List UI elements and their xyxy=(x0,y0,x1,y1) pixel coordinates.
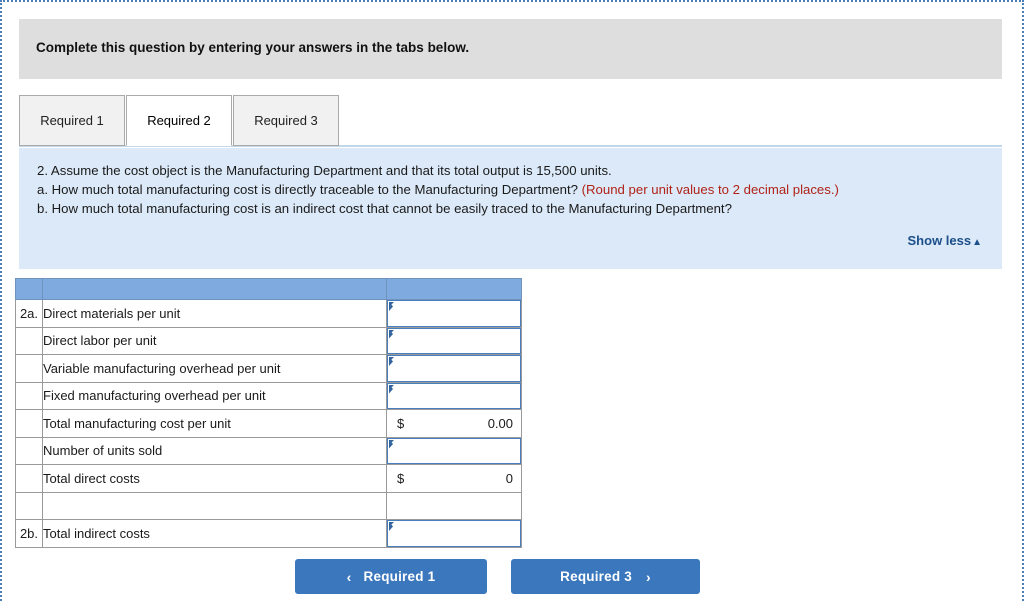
tab-required-2[interactable]: Required 2 xyxy=(126,95,232,146)
table-row: 2a. Direct materials per unit xyxy=(15,299,522,328)
row-label-number-of-units-sold: Number of units sold xyxy=(42,436,387,465)
input-variable-manufacturing-overhead-per-unit[interactable] xyxy=(387,355,521,382)
input-fixed-manufacturing-overhead-per-unit[interactable] xyxy=(387,382,521,409)
tab-strip: Required 1 Required 2 Required 3 xyxy=(19,95,1002,147)
row-ref-blank-1 xyxy=(15,326,43,355)
table-row: Fixed manufacturing overhead per unit xyxy=(15,381,522,410)
currency-symbol: $ xyxy=(397,470,405,486)
input-total-indirect-costs[interactable] xyxy=(387,520,521,547)
amount-total-manufacturing-cost-per-unit: 0.00 xyxy=(487,415,513,431)
money-cell: $ 0.00 xyxy=(387,410,521,437)
row-label-direct-labor-per-unit: Direct labor per unit xyxy=(42,326,387,355)
question-line-2b: b. How much total manufacturing cost is … xyxy=(37,201,732,216)
instruction-banner: Complete this question by entering your … xyxy=(19,19,1002,79)
input-direct-labor-per-unit[interactable] xyxy=(387,327,521,354)
row-value-direct-materials-per-unit[interactable] xyxy=(386,299,522,328)
row-label-total-direct-costs: Total direct costs xyxy=(42,464,387,493)
worksheet-header-row xyxy=(15,278,522,300)
row-value-variable-manufacturing-overhead-per-unit[interactable] xyxy=(386,354,522,383)
table-row-spacer xyxy=(15,491,522,520)
row-label-total-manufacturing-cost-per-unit: Total manufacturing cost per unit xyxy=(42,409,387,438)
table-row: 2b. Total indirect costs xyxy=(15,519,522,548)
row-label-direct-materials-per-unit: Direct materials per unit xyxy=(42,299,387,328)
row-label-variable-manufacturing-overhead-per-unit: Variable manufacturing overhead per unit xyxy=(42,354,387,383)
show-less-label: Show less xyxy=(907,233,972,248)
chevron-right-icon: › xyxy=(645,568,651,585)
caret-up-icon: ▲ xyxy=(972,237,982,248)
show-less-link[interactable]: Show less▲ xyxy=(908,233,982,248)
question-line-1: 2. Assume the cost object is the Manufac… xyxy=(37,163,612,178)
question-panel: 2. Assume the cost object is the Manufac… xyxy=(19,148,1002,269)
input-direct-materials-per-unit[interactable] xyxy=(387,300,521,327)
table-row: Variable manufacturing overhead per unit xyxy=(15,354,522,383)
row-ref-blank-5 xyxy=(15,436,43,465)
amount-total-direct-costs: 0 xyxy=(505,470,513,486)
header-cell-ref xyxy=(15,278,43,300)
worksheet-table: 2a. Direct materials per unit Direct lab… xyxy=(15,278,522,548)
row-ref-2a: 2a. xyxy=(15,299,43,328)
table-row: Total manufacturing cost per unit $ 0.00 xyxy=(15,409,522,438)
row-label-spacer xyxy=(42,491,387,520)
instruction-text: Complete this question by entering your … xyxy=(36,40,470,55)
table-row: Number of units sold xyxy=(15,436,522,465)
table-row: Total direct costs $ 0 xyxy=(15,464,522,493)
row-value-total-manufacturing-cost-per-unit: $ 0.00 xyxy=(386,409,522,438)
row-label-fixed-manufacturing-overhead-per-unit: Fixed manufacturing overhead per unit xyxy=(42,381,387,410)
prev-button-label: Required 1 xyxy=(363,569,436,584)
row-label-total-indirect-costs: Total indirect costs xyxy=(42,519,387,548)
row-ref-blank-6 xyxy=(15,464,43,493)
row-ref-blank-2 xyxy=(15,354,43,383)
question-line-2a: a. How much total manufacturing cost is … xyxy=(37,180,984,199)
row-value-total-direct-costs: $ 0 xyxy=(386,464,522,493)
row-value-fixed-manufacturing-overhead-per-unit[interactable] xyxy=(386,381,522,410)
question-rounding-note: (Round per unit values to 2 decimal plac… xyxy=(581,182,839,197)
header-cell-value xyxy=(386,278,522,300)
tab-required-1[interactable]: Required 1 xyxy=(19,95,125,146)
row-ref-spacer xyxy=(15,491,43,520)
chevron-left-icon: ‹ xyxy=(346,568,352,585)
input-number-of-units-sold[interactable] xyxy=(387,437,521,464)
table-row: Direct labor per unit xyxy=(15,326,522,355)
row-value-total-indirect-costs[interactable] xyxy=(386,519,522,548)
row-ref-blank-4 xyxy=(15,409,43,438)
row-ref-blank-3 xyxy=(15,381,43,410)
row-value-number-of-units-sold[interactable] xyxy=(386,436,522,465)
row-value-direct-labor-per-unit[interactable] xyxy=(386,326,522,355)
question-line-2a-text: a. How much total manufacturing cost is … xyxy=(37,182,582,197)
prev-required-1-button[interactable]: ‹ Required 1 xyxy=(295,559,487,594)
header-cell-label xyxy=(42,278,387,300)
currency-symbol: $ xyxy=(397,415,405,431)
question-page: Complete this question by entering your … xyxy=(0,0,1024,601)
next-required-3-button[interactable]: Required 3 › xyxy=(511,559,700,594)
row-value-spacer xyxy=(386,491,522,520)
next-button-label: Required 3 xyxy=(560,569,632,584)
worksheet-body: 2a. Direct materials per unit Direct lab… xyxy=(15,278,522,548)
row-ref-2b: 2b. xyxy=(15,519,43,548)
money-cell: $ 0 xyxy=(387,465,521,492)
tab-required-3[interactable]: Required 3 xyxy=(233,95,339,146)
